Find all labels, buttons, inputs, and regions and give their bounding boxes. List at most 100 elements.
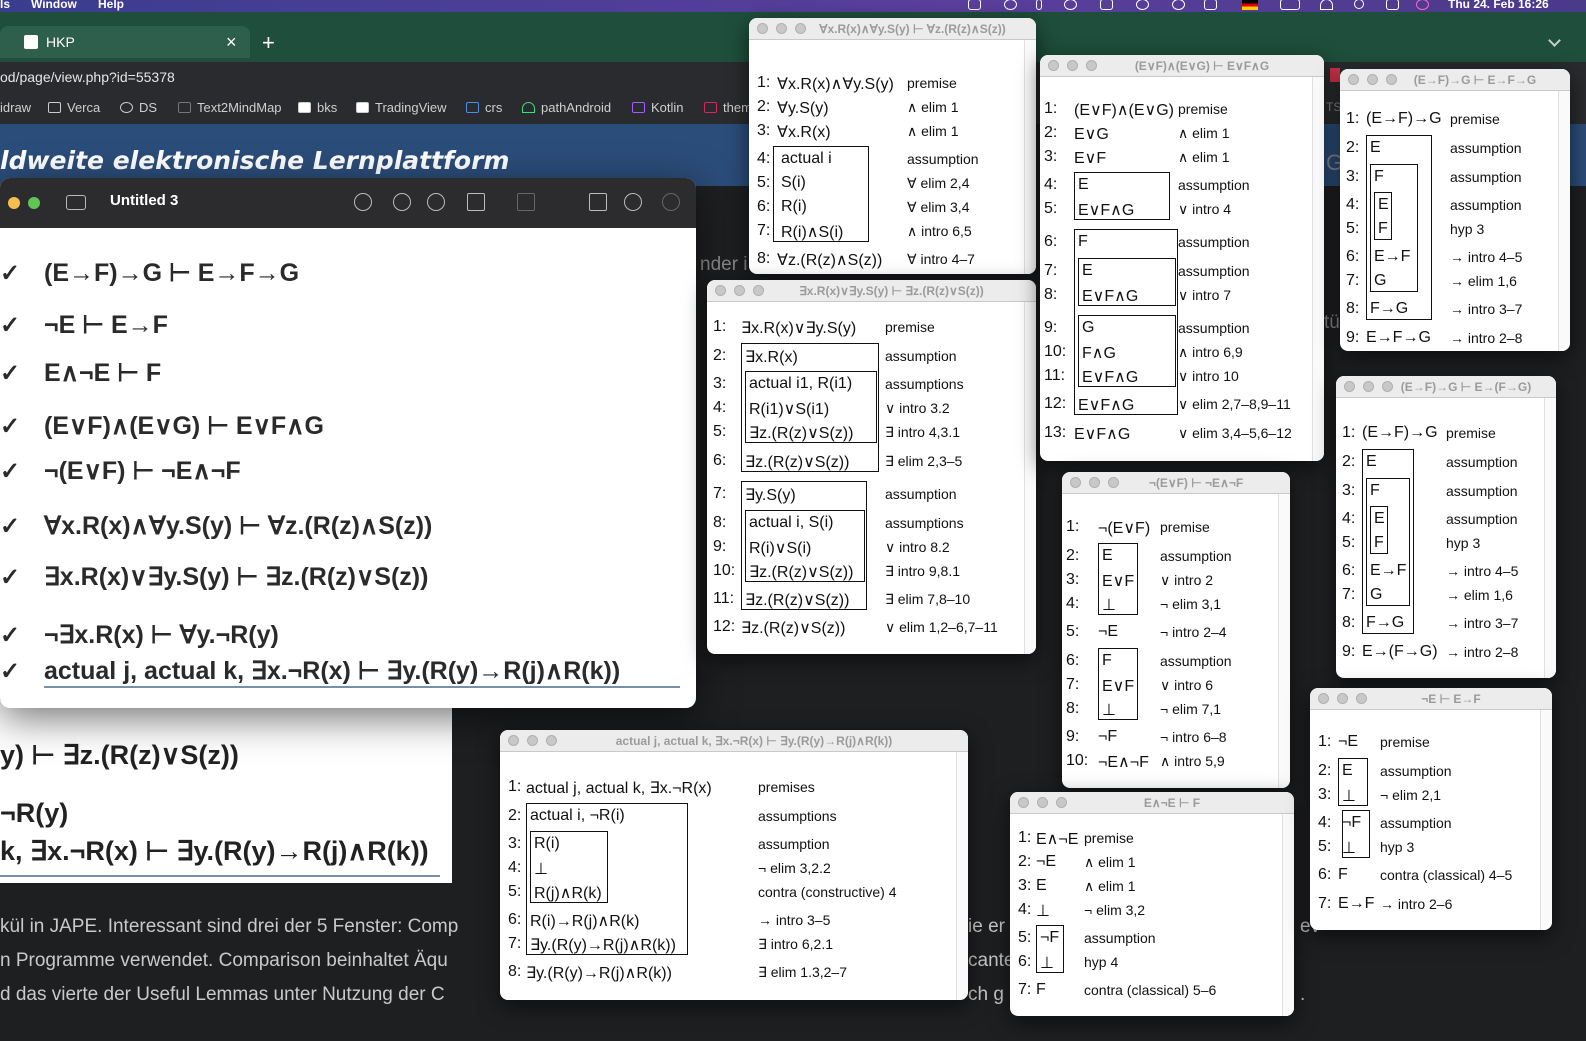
bookmark-item[interactable]: Verca <box>48 92 100 124</box>
proof-formula[interactable]: E <box>1370 139 1381 157</box>
minimize-button[interactable] <box>1037 797 1048 808</box>
window-titlebar[interactable]: ¬E ⊢ E→F <box>1310 688 1552 710</box>
window-titlebar[interactable]: (E→F)→G ⊢ E→(F→G) <box>1336 376 1556 398</box>
proof-formula[interactable]: R(i)→R(j)∧R(k) <box>530 911 639 931</box>
proof-formula[interactable]: actual i1, R(i1) <box>749 375 852 393</box>
close-button[interactable] <box>1048 60 1059 71</box>
proof-formula[interactable]: (E∨F)∧(E∨G) <box>1074 100 1174 120</box>
scrollbar[interactable] <box>1540 710 1552 930</box>
proof-formula[interactable]: ⊥ <box>1040 953 1054 973</box>
info-icon[interactable] <box>354 193 372 211</box>
new-tab-button[interactable]: + <box>262 30 275 56</box>
proof-formula[interactable]: F <box>1338 866 1348 884</box>
search-icon[interactable] <box>1354 0 1364 9</box>
status-icon[interactable] <box>968 0 981 10</box>
proof-formula[interactable]: E→F <box>1370 562 1406 580</box>
play-icon[interactable] <box>1172 0 1185 10</box>
rotate-icon[interactable] <box>589 193 607 211</box>
proof-window[interactable]: ¬(E∨F) ⊢ ¬E∧¬F 1: ¬(E∨F) premise 2: Eassumpt… <box>1062 472 1290 788</box>
proof-formula[interactable]: E→F→G <box>1366 329 1431 347</box>
status-icon[interactable] <box>1064 0 1077 10</box>
window-titlebar[interactable]: ¬(E∨F) ⊢ ¬E∧¬F <box>1062 472 1290 494</box>
proof-formula[interactable]: ¬(E∨F) <box>1098 518 1150 538</box>
proof-formula[interactable]: (E→F)→G <box>1362 424 1438 442</box>
close-icon[interactable]: × <box>226 32 237 53</box>
proof-formula[interactable]: ⊥ <box>1102 595 1116 615</box>
minimize-button[interactable] <box>8 197 20 209</box>
close-button[interactable] <box>715 285 726 296</box>
zoom-button[interactable] <box>546 735 557 746</box>
proof-window[interactable]: (E→F)→G ⊢ E→F→G 1: (E→F)→G premise 2: Eassum… <box>1340 69 1570 351</box>
scrollbar[interactable] <box>1544 398 1556 678</box>
proof-formula[interactable]: E∨F∧G <box>1074 424 1130 444</box>
proof-formula[interactable]: ¬F <box>1342 814 1361 832</box>
zoom-button[interactable] <box>795 23 806 34</box>
proof-formula[interactable]: R(j)∧R(k) <box>534 883 602 903</box>
proof-formula[interactable]: actual i <box>781 150 832 168</box>
close-button[interactable] <box>1070 477 1081 488</box>
proof-formula[interactable]: E <box>1374 510 1385 528</box>
zoom-button[interactable] <box>1386 74 1397 85</box>
status-icon[interactable] <box>1036 0 1042 10</box>
proof-formula[interactable]: G <box>1374 272 1386 290</box>
close-button[interactable] <box>1344 381 1355 392</box>
proof-formula[interactable]: ∃y.S(y) <box>745 485 796 505</box>
window-titlebar[interactable]: (E→F)→G ⊢ E→F→G <box>1340 69 1570 91</box>
proof-formula[interactable]: E∨F∧G <box>1082 367 1138 387</box>
status-icon[interactable] <box>1136 0 1149 10</box>
proof-formula[interactable]: E <box>1378 196 1389 214</box>
proof-formula[interactable]: E <box>1082 262 1093 280</box>
proof-formula[interactable]: R(i) <box>534 835 560 853</box>
proof-formula[interactable]: F→G <box>1370 300 1408 318</box>
battery-icon[interactable] <box>1280 0 1300 10</box>
scrollbar[interactable] <box>1024 302 1036 654</box>
zoom-in-icon[interactable] <box>427 193 445 211</box>
proof-window[interactable]: E∧¬E ⊢ F 1: E∧¬E premise 2: ¬E ∧ elim 1 3: E ∧ e… <box>1010 792 1294 1016</box>
proof-formula[interactable]: ¬E <box>1036 853 1056 871</box>
proof-formula[interactable]: ∃y.(R(y)→R(j)∧R(k)) <box>530 935 676 955</box>
window-titlebar[interactable]: actual j, actual k, ∃x.¬R(x) ⊢ ∃y.(R(y)→… <box>500 730 968 752</box>
proof-window[interactable]: ¬E ⊢ E→F 1: ¬E premise 2: Eassumption 3: ⊥ ¬ el… <box>1310 688 1552 930</box>
minimize-button[interactable] <box>527 735 538 746</box>
proof-formula[interactable]: R(i)∧S(i) <box>781 222 843 242</box>
proof-formula[interactable]: F∧G <box>1082 343 1116 363</box>
proof-formula[interactable]: F <box>1374 534 1384 552</box>
proof-formula[interactable]: ∃x.R(x)∨∃y.S(y) <box>741 318 856 338</box>
search-icon[interactable] <box>662 193 680 211</box>
proof-window[interactable]: (E→F)→G ⊢ E→(F→G) 1: (E→F)→G premise 2: Eass… <box>1336 376 1556 678</box>
proof-formula[interactable]: ∀y.S(y) <box>777 98 829 118</box>
minimize-button[interactable] <box>1363 381 1374 392</box>
scrollbar[interactable] <box>1282 814 1294 1016</box>
proof-formula[interactable]: ∃z.(R(z)∨S(z)) <box>745 590 849 610</box>
menu-item-help[interactable]: Help <box>98 0 124 10</box>
proof-formula[interactable]: ¬E <box>1338 733 1358 751</box>
proof-formula[interactable]: ⊥ <box>1342 838 1356 858</box>
proof-formula[interactable]: G <box>1082 319 1094 337</box>
proof-formula[interactable]: ∃z.(R(z)∨S(z)) <box>749 423 853 443</box>
proof-formula[interactable]: ∃z.(R(z)∨S(z)) <box>741 618 845 638</box>
proof-formula[interactable]: E∨F <box>1074 148 1106 168</box>
proof-formula[interactable]: R(i)∨S(i) <box>749 538 811 558</box>
proof-formula[interactable]: E <box>1078 176 1089 194</box>
proof-formula[interactable]: R(i) <box>781 198 807 216</box>
close-button[interactable] <box>1348 74 1359 85</box>
minimize-button[interactable] <box>1067 60 1078 71</box>
proof-formula[interactable]: ¬F <box>1098 728 1117 746</box>
siri-icon[interactable] <box>1416 0 1429 10</box>
bookmark-item[interactable]: them <box>704 92 752 124</box>
sidebar-icon[interactable] <box>66 195 86 210</box>
proof-formula[interactable]: F <box>1370 482 1380 500</box>
minimize-button[interactable] <box>1337 693 1348 704</box>
scrollbar[interactable] <box>1024 40 1036 274</box>
minimize-button[interactable] <box>734 285 745 296</box>
proof-formula[interactable]: F <box>1036 981 1046 999</box>
proof-formula[interactable]: ∀x.R(x)∧∀y.S(y) <box>777 74 894 94</box>
bookmark-item[interactable]: TradingView <box>356 92 447 124</box>
proof-formula[interactable]: F→G <box>1366 614 1404 632</box>
scrollbar[interactable] <box>1278 494 1290 788</box>
proof-window[interactable]: ∀x.R(x)∧∀y.S(y) ⊢ ∀z.(R(z)∧S(z)) 1: ∀x.R(… <box>749 18 1036 274</box>
proof-window[interactable]: ∃x.R(x)∨∃y.S(y) ⊢ ∃z.(R(z)∨S(z)) 1: ∃x.R(… <box>707 280 1036 654</box>
markup-icon[interactable] <box>517 193 535 211</box>
zoom-button[interactable] <box>28 197 40 209</box>
proof-window[interactable]: actual j, actual k, ∃x.¬R(x) ⊢ ∃y.(R(y)→… <box>500 730 968 1000</box>
